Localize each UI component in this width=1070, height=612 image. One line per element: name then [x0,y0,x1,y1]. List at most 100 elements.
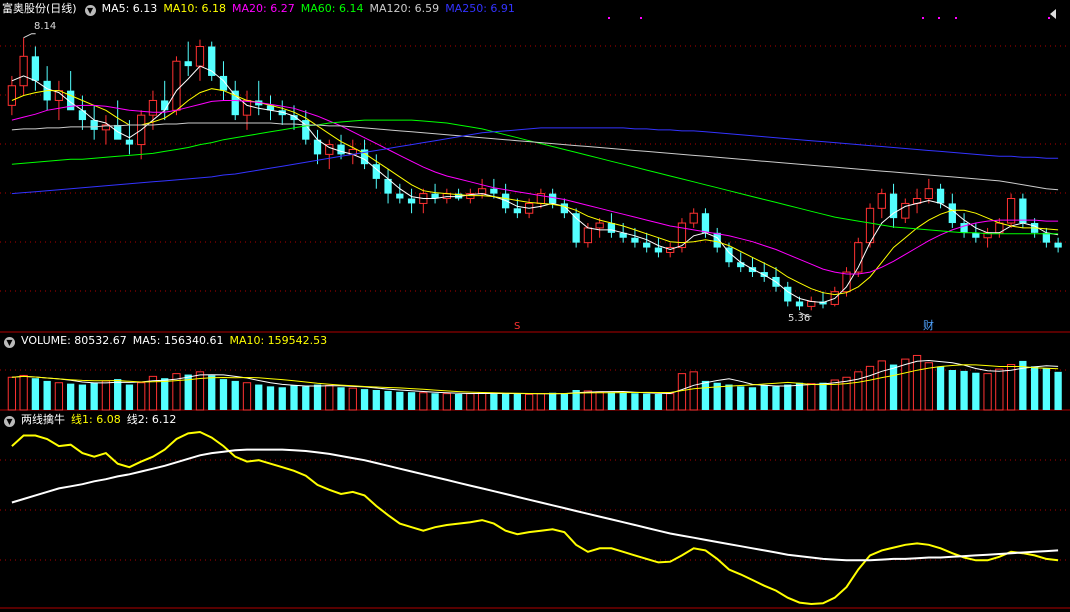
volume-bar-up [924,362,933,411]
volume-bar-down [278,387,286,410]
volume-bar-down [936,366,945,410]
event-marker-cai: 财 [923,318,934,332]
candle-body-down [795,301,804,307]
candle-body-up [19,55,28,87]
indicator-line1: 线1: 6.08 [71,413,121,426]
candle-body-down [607,223,616,233]
candle-body-down [948,203,956,224]
ma10-legend: MA10: 6.18 [163,2,227,15]
volume-bar-down [372,390,380,410]
candle-body-down [701,213,710,233]
candle-body-up [807,300,816,307]
candle-body-up [172,60,181,111]
volume-bar-up [442,393,451,411]
volume-bar-down [960,370,968,410]
indicator-line2: 线2: 6.12 [126,413,177,426]
candle-body-down [737,262,745,268]
volume-bar-up [677,373,687,411]
signal-dot [640,17,642,19]
volume-bar-down [407,392,416,410]
volume-bar-up [666,393,675,411]
volume-bar-down [760,385,768,410]
candle-body-down [643,242,651,248]
volume-bar-down [490,393,498,410]
volume-bar-down [360,389,369,410]
volume-bar-down [725,384,733,410]
price-header: 富奥股份(日线) ▼ MA5: 6.13 MA10: 6.18 MA20: 6.27 MA… [2,1,521,17]
volume-bar-up [865,365,875,411]
candle-body-up [148,99,158,116]
signal-dot [608,17,610,19]
volume-bar-down [125,384,134,410]
signal-dot [955,17,957,19]
volume-bar-down [701,380,710,410]
volume-bar-up [524,393,534,411]
candle-body-down [31,56,40,81]
volume-bar-up [419,392,428,411]
candle-body-up [689,212,698,224]
volume-bar-up [466,393,475,411]
volume-bar-up [54,382,64,411]
volume-ma10: MA10: 159542.53 [229,334,328,347]
volume-bar-up [325,384,334,411]
volume-bar-down [78,384,87,410]
chevron-down-icon[interactable]: ▼ [84,5,96,16]
volume-bar-up [7,376,17,411]
volume-bar-up [807,383,816,411]
volume-bar-down [548,392,557,410]
high-price-label: 8.14 [34,21,56,32]
volume-bar-down [560,393,569,410]
volume-bar-up [595,391,604,411]
volume-bar-up [19,374,28,411]
volume-bar-up [689,371,698,411]
candle-body-down [513,208,522,214]
volume-bar-down [290,385,298,410]
volume-bar-up [195,371,205,411]
chevron-down-icon[interactable]: ▼ [4,416,15,427]
candle-body-up [583,227,593,244]
volume-header: ▼ VOLUME: 80532.67 MA5: 156340.61 MA10: 159… [2,333,333,349]
volume-bar-down [219,379,228,410]
volume-bar-down [748,387,757,410]
volume-bar-down [619,392,627,410]
volume-bar-up [536,393,546,411]
volume-ma5: MA5: 156340.61 [132,334,224,347]
candle-body-down [1054,242,1062,248]
candle-body-down [337,144,345,155]
volume-bar-up [583,390,593,411]
volume-bar-down [43,380,51,410]
candle-body-down [631,237,639,243]
chart-canvas: 8.14 5.36 S 财 [0,0,1070,612]
candle-body-down [936,188,945,204]
low-price-label: 5.36 [788,313,810,324]
volume-bar-down [1030,366,1039,410]
candle-body-up [924,188,933,200]
volume-bar-down [795,382,804,410]
candle-body-down [972,232,980,238]
volume-bar-down [643,393,651,410]
volume-bar-up [901,358,910,411]
candle-body-down [90,120,98,130]
candle-body-down [1042,232,1051,243]
volume-bar-down [1042,368,1051,410]
candle-body-up [7,85,17,106]
ma5-legend: MA5: 6.13 [101,2,158,15]
volume-bar-up [1006,364,1016,411]
ma250-legend: MA250: 6.91 [445,2,515,15]
volume-bar-down [231,380,239,410]
volume-bar-down [948,370,956,410]
volume-bar-down [302,386,310,410]
event-marker-s: S [514,321,520,332]
volume-bar-up [995,368,1004,411]
volume-bar-down [114,379,122,410]
signal-dot [938,17,940,19]
volume-bar-down [784,384,792,410]
candle-body-down [654,247,663,253]
volume-bar-down [90,382,98,410]
volume-bar-up [854,371,863,411]
volume-bar-up [842,376,851,411]
candle-body-up [595,222,604,229]
volume-bar-down [161,378,169,410]
volume-bar-up [912,354,922,411]
chevron-down-icon[interactable]: ▼ [4,337,15,348]
